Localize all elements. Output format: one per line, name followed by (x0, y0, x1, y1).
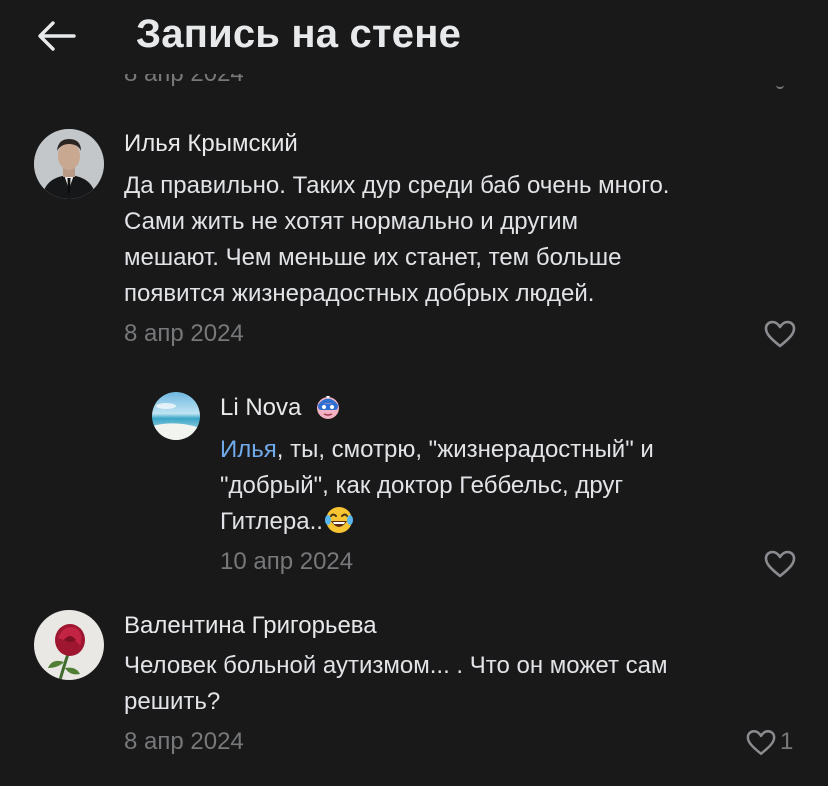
mention-link[interactable]: Илья (220, 436, 277, 463)
comment-text-line: мешают. Чем меньше их станет, тем больше (124, 244, 622, 271)
comment-date: 8 апр 2024 (124, 728, 244, 755)
comment-date: 8 апр 2024 (124, 320, 244, 347)
comment-text: Человек больной аутизмом... . Что он мож… (124, 648, 667, 720)
comment-date: 10 апр 2024 (220, 548, 354, 575)
avatar[interactable] (152, 392, 200, 440)
heart-icon[interactable] (776, 82, 784, 89)
heart-icon (764, 320, 796, 348)
comment-text-line: Гитлера.. (220, 504, 654, 540)
heart-icon (764, 550, 796, 578)
comment-text-line: Да правильно. Таких дур среди баб очень … (124, 172, 670, 199)
app-window: Запись на стене 8 апр 2024 Илья Крымский… (0, 0, 828, 786)
like-button[interactable] (764, 550, 800, 578)
comment-text-line: решить? (124, 688, 221, 715)
comment-text: Илья, ты, смотрю, "жизнерадостный" и "до… (220, 432, 654, 540)
comment-author[interactable]: Илья Крымский (124, 130, 298, 158)
page-title: Запись на стене (136, 12, 462, 56)
like-button[interactable]: 1 (746, 728, 793, 756)
comment-text-line: появится жизнерадостных добрых людей. (124, 280, 595, 307)
heart-icon (746, 729, 776, 755)
comment-text-line: "добрый", как доктор Геббельс, друг (220, 472, 624, 499)
header: Запись на стене (0, 0, 828, 74)
back-button[interactable] (30, 14, 82, 58)
avatar[interactable] (34, 610, 104, 680)
avatar[interactable] (34, 129, 104, 199)
author-name: Li Nova (220, 394, 302, 421)
like-count: 1 (780, 728, 794, 755)
arrow-left-icon (38, 21, 76, 51)
comment-author[interactable]: Li Nova (220, 394, 342, 422)
comment-text-line: Сами жить не хотят нормально и другим (124, 208, 579, 235)
comment-text-line: Человек больной аутизмом... . Что он мож… (124, 652, 668, 679)
comment-text: Да правильно. Таких дур среди баб очень … (124, 168, 669, 312)
comment-author[interactable]: Валентина Григорьева (124, 612, 377, 640)
clipped-previous-comment: 8 апр 2024 (0, 74, 828, 94)
like-button[interactable] (764, 320, 800, 348)
laughing-tears-emoji-icon (324, 506, 353, 533)
comment-text-segment: Гитлера.. (220, 508, 323, 535)
superhero-mask-emoji-icon (317, 395, 340, 419)
comment-text-segment: , ты, смотрю, "жизнерадостный" и (276, 436, 654, 463)
comment-text-line: Илья, ты, смотрю, "жизнерадостный" и (220, 432, 654, 468)
comment-date: 8 апр 2024 (124, 74, 244, 88)
